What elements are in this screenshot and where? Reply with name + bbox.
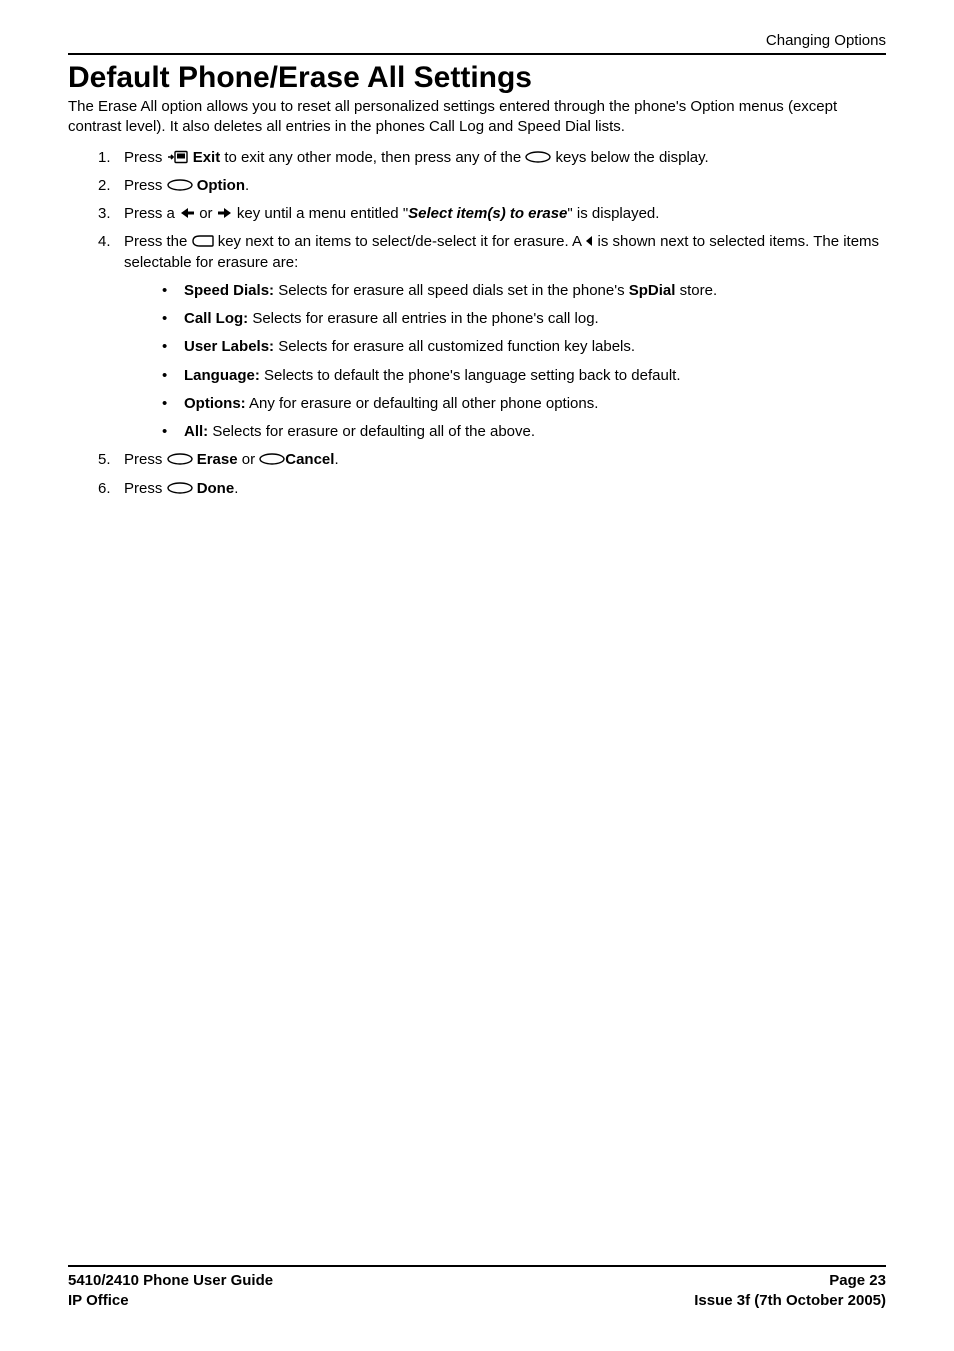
list-item: Language: Selects to default the phone's… [162, 366, 886, 386]
intro-paragraph: The Erase All option allows you to reset… [68, 97, 886, 138]
item-text: Selects for erasure or defaulting all of… [208, 423, 535, 440]
steps-list: 1. Press Exit to exit any other mode, th… [68, 148, 886, 499]
done-label: Done [197, 480, 235, 497]
item-label: Call Log: [184, 310, 248, 327]
step-2: 2. Press Option. [98, 176, 886, 196]
step-text: or [195, 205, 217, 222]
item-label: Options: [184, 395, 246, 412]
item-text: Selects for erasure all customized funct… [274, 338, 635, 355]
softkey-icon [167, 453, 193, 465]
item-label: Language: [184, 367, 260, 384]
footer-row-2: IP Office Issue 3f (7th October 2005) [68, 1291, 886, 1311]
step-number: 5. [98, 450, 111, 470]
footer-product: IP Office [68, 1291, 129, 1311]
step-text: Press a [124, 205, 179, 222]
step-6: 6. Press Done. [98, 479, 886, 499]
step-text: " is displayed. [567, 205, 659, 222]
list-item: User Labels: Selects for erasure all cus… [162, 337, 886, 357]
step-number: 4. [98, 232, 111, 252]
select-items-label: Select item(s) to erase [408, 205, 567, 222]
list-item: Options: Any for erasure or defaulting a… [162, 394, 886, 414]
item-text: Selects for erasure all entries in the p… [248, 310, 599, 327]
step-text: Press [124, 480, 167, 497]
item-text: Selects for erasure all speed dials set … [274, 282, 629, 299]
step-text: keys below the display. [551, 149, 708, 166]
header-rule [68, 53, 886, 55]
softkey-icon [167, 179, 193, 191]
triangle-left-icon [585, 235, 593, 247]
step-text: Press [124, 177, 167, 194]
step-text: Press [124, 149, 167, 166]
exit-icon [167, 150, 189, 164]
item-label: User Labels: [184, 338, 274, 355]
footer-issue: Issue 3f (7th October 2005) [694, 1291, 886, 1311]
list-item: All: Selects for erasure or defaulting a… [162, 422, 886, 442]
list-item: Speed Dials: Selects for erasure all spe… [162, 281, 886, 301]
footer-page: Page 23 [829, 1271, 886, 1291]
step-number: 2. [98, 176, 111, 196]
exit-label: Exit [193, 149, 221, 166]
footer-guide-title: 5410/2410 Phone User Guide [68, 1271, 273, 1291]
step-text: or [238, 451, 260, 468]
display-key-icon [192, 235, 214, 247]
item-label: All: [184, 423, 208, 440]
footer-row-1: 5410/2410 Phone User Guide Page 23 [68, 1271, 886, 1291]
footer-rule [68, 1265, 886, 1267]
option-label: Option [197, 177, 245, 194]
step-text: Press the [124, 233, 192, 250]
step-number: 3. [98, 204, 111, 224]
softkey-right-icon [259, 453, 285, 465]
step-text: . [234, 480, 238, 497]
spdial-label: SpDial [629, 282, 676, 299]
softkey-icon [167, 482, 193, 494]
header-section-title: Changing Options [766, 32, 886, 49]
erasure-items-list: Speed Dials: Selects for erasure all spe… [124, 281, 886, 443]
step-text: . [334, 451, 338, 468]
erase-label: Erase [197, 451, 238, 468]
item-text: Any for erasure or defaulting all other … [246, 395, 599, 412]
right-arrow-icon [217, 207, 233, 219]
page-title: Default Phone/Erase All Settings [68, 61, 886, 95]
step-text: Press [124, 451, 167, 468]
step-4: 4. Press the key next to an items to sel… [98, 232, 886, 442]
step-number: 6. [98, 479, 111, 499]
step-text: key next to an items to select/de-select… [214, 233, 586, 250]
footer-region: 5410/2410 Phone User Guide Page 23 IP Of… [68, 1265, 886, 1312]
step-text: key until a menu entitled " [233, 205, 408, 222]
step-number: 1. [98, 148, 111, 168]
left-arrow-icon [179, 207, 195, 219]
step-text: to exit any other mode, then press any o… [220, 149, 525, 166]
cancel-label: Cancel [285, 451, 334, 468]
step-5: 5. Press Erase or Cancel. [98, 450, 886, 470]
step-1: 1. Press Exit to exit any other mode, th… [98, 148, 886, 168]
step-text: . [245, 177, 249, 194]
item-text: Selects to default the phone's language … [260, 367, 681, 384]
list-item: Call Log: Selects for erasure all entrie… [162, 309, 886, 329]
softkey-icon [525, 151, 551, 163]
step-3: 3. Press a or key until a menu entitled … [98, 204, 886, 224]
header-region: Changing Options [68, 32, 886, 53]
item-label: Speed Dials: [184, 282, 274, 299]
item-text: store. [675, 282, 717, 299]
